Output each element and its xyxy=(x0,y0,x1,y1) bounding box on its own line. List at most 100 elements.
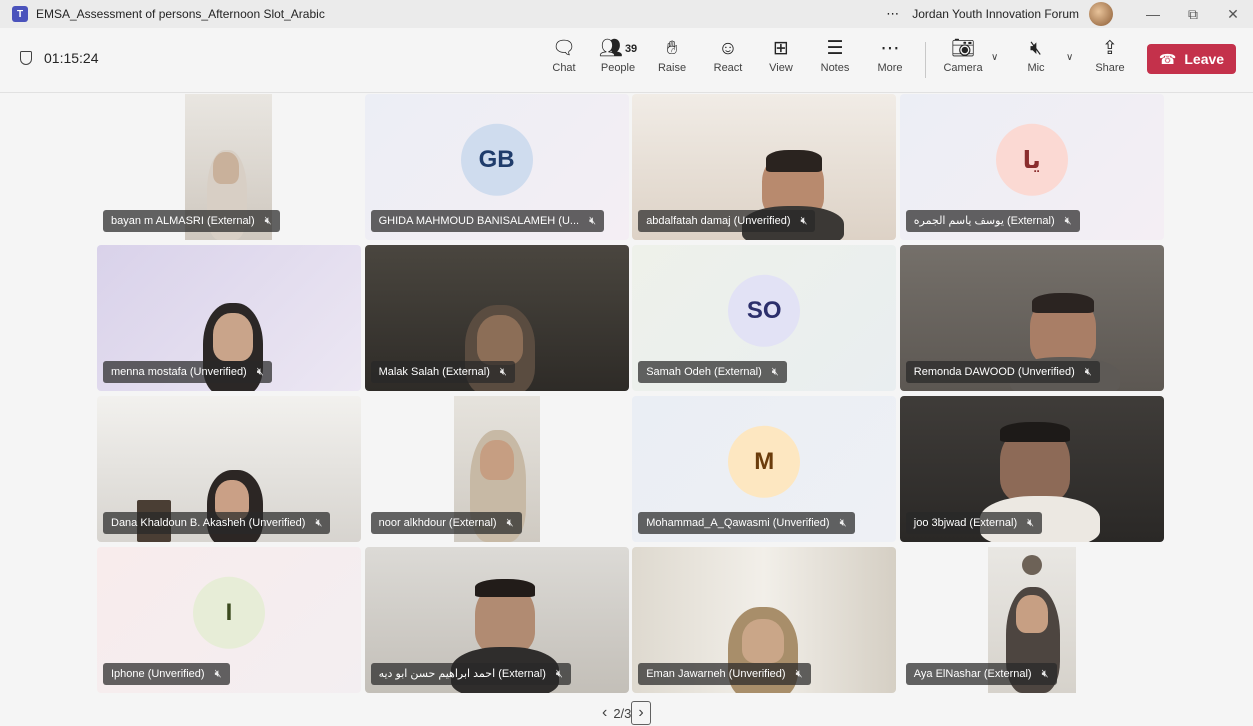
mic-off-icon: 🔇︎ xyxy=(1027,517,1035,529)
shield-icon xyxy=(20,51,32,65)
window-title: EMSA_Assessment of persons_Afternoon Slo… xyxy=(36,7,325,21)
participant-tile[interactable]: Malak Salah (External) 🔇︎ xyxy=(364,245,629,391)
avatar: يا xyxy=(995,123,1068,196)
avatar: SO xyxy=(728,274,801,347)
avatar: M xyxy=(728,425,801,498)
avatar: GB xyxy=(460,123,533,196)
leave-button[interactable]: ☎︎ Leave xyxy=(1147,44,1236,74)
participant-name-tag: menna mostafa (Unverified) 🔇︎ xyxy=(103,361,272,383)
participant-tile[interactable]: bayan m ALMASRI (External) 🔇︎ xyxy=(97,94,361,240)
mic-off-icon: 🔇︎ xyxy=(256,366,264,378)
people-label: People xyxy=(600,62,636,74)
participant-tile[interactable]: abdalfatah damaj (Unverified) 🔇︎ xyxy=(632,94,897,240)
react-button[interactable]: ☺ React xyxy=(704,36,752,74)
participant-tile[interactable]: Remonda DAWOOD (Unverified) 🔇︎ xyxy=(899,245,1164,391)
smiley-icon: ☺ xyxy=(718,38,738,59)
participant-tile[interactable]: M Mohammad_A_Qawasmi (Unverified) 🔇︎ xyxy=(632,396,897,542)
participant-tile[interactable]: Aya ElNashar (External) 🔇︎ xyxy=(900,547,1164,693)
participant-name-tag: bayan m ALMASRI (External) 🔇︎ xyxy=(103,210,280,232)
participant-name-tag: يوسف ياسم الجمره (External) 🔇︎ xyxy=(905,210,1080,232)
people-icon: 👥︎ xyxy=(598,38,623,59)
user-avatar[interactable] xyxy=(1089,2,1113,26)
camera-off-icon: 📷︎ xyxy=(950,38,976,59)
participant-name-tag: Aya ElNashar (External) 🔇︎ xyxy=(905,663,1057,685)
participant-tile[interactable]: احمد ابراهيم حسن ابو ديه (External) 🔇︎ xyxy=(364,547,629,693)
raise-hand-button[interactable]: ✋︎ Raise xyxy=(648,36,696,74)
participant-tile[interactable]: GB GHIDA MAHMOUD BANISALAMEH (U... 🔇︎ xyxy=(364,94,629,240)
participant-name-tag: Eman Jawarneh (Unverified) 🔇︎ xyxy=(638,663,811,685)
participant-tile[interactable]: I Iphone (Unverified) 🔇︎ xyxy=(97,547,361,693)
participant-name-tag: noor alkhdour (External) 🔇︎ xyxy=(370,512,522,534)
share-label: Share xyxy=(1095,62,1125,74)
title-bar: T EMSA_Assessment of persons_Afternoon S… xyxy=(0,0,1253,28)
people-button[interactable]: 👥︎ 39 People xyxy=(592,36,644,74)
view-label: View xyxy=(769,62,793,74)
mic-off-icon: 🔇︎ xyxy=(315,517,323,529)
mic-off-icon: 🔇︎ xyxy=(506,517,514,529)
mic-off-icon: 🔇︎ xyxy=(589,215,597,227)
mic-button[interactable]: 🔇︎ Mic xyxy=(1012,36,1060,74)
ellipsis-icon: ⋯ xyxy=(880,38,900,59)
teams-logo-icon: T xyxy=(12,6,28,22)
participant-tile[interactable]: Dana Khaldoun B. Akasheh (Unverified) 🔇︎ xyxy=(97,396,361,542)
participant-name-tag: Malak Salah (External) 🔇︎ xyxy=(370,361,515,383)
next-page-button[interactable]: › xyxy=(631,701,651,725)
mic-off-icon: 🔇︎ xyxy=(839,517,847,529)
toolbar-divider xyxy=(925,42,926,78)
chat-bubble-icon: 🗨︎ xyxy=(551,38,577,59)
people-count: 39 xyxy=(624,43,638,55)
minimize-button[interactable]: — xyxy=(1133,6,1173,22)
participant-name-tag: Samah Odeh (External) 🔇︎ xyxy=(638,361,787,383)
avatar: I xyxy=(193,576,265,649)
participant-tile[interactable]: Eman Jawarneh (Unverified) 🔇︎ xyxy=(632,547,897,693)
participant-name-tag: Mohammad_A_Qawasmi (Unverified) 🔇︎ xyxy=(638,512,855,534)
mic-off-icon: 🔇︎ xyxy=(1064,215,1072,227)
view-button[interactable]: ⊞ View xyxy=(757,36,805,74)
title-more-button[interactable]: ⋯ xyxy=(886,6,900,22)
participant-name-tag: Iphone (Unverified) 🔇︎ xyxy=(103,663,230,685)
participant-name-tag: GHIDA MAHMOUD BANISALAMEH (U... 🔇︎ xyxy=(370,210,605,232)
participant-tile[interactable]: joo 3bjwad (External) 🔇︎ xyxy=(899,396,1164,542)
share-button[interactable]: ⇪ Share xyxy=(1086,36,1134,74)
participant-tile[interactable]: يا يوسف ياسم الجمره (External) 🔇︎ xyxy=(899,94,1164,240)
mic-off-icon: 🔇︎ xyxy=(214,668,222,680)
meeting-timer: 01:15:24 xyxy=(20,50,99,66)
chat-label: Chat xyxy=(552,62,576,74)
participant-name-tag: Dana Khaldoun B. Akasheh (Unverified) 🔇︎ xyxy=(103,512,331,534)
chat-button[interactable]: 🗨︎ Chat xyxy=(540,36,588,74)
participant-tile[interactable]: SO Samah Odeh (External) 🔇︎ xyxy=(632,245,897,391)
camera-button[interactable]: 📷︎ Camera xyxy=(938,36,988,74)
video-grid: bayan m ALMASRI (External) 🔇︎ GB GHIDA MA… xyxy=(97,94,1166,694)
phone-hangup-icon: ☎︎ xyxy=(1158,50,1177,67)
participant-name-tag: احمد ابراهيم حسن ابو ديه (External) 🔇︎ xyxy=(370,663,571,685)
mic-off-icon: 🔇︎ xyxy=(499,366,507,378)
gallery-pager: ‹ 2/3 › xyxy=(596,700,651,726)
notes-button[interactable]: ☰ Notes xyxy=(811,36,859,74)
camera-options-chevron-icon[interactable]: ∨ xyxy=(991,52,998,63)
mic-off-icon: 🔇︎ xyxy=(1030,38,1042,59)
mic-off-icon: 🔇︎ xyxy=(264,215,272,227)
raise-label: Raise xyxy=(657,62,687,74)
notes-label: Notes xyxy=(820,62,850,74)
leave-label: Leave xyxy=(1184,51,1225,67)
more-label: More xyxy=(877,62,903,74)
previous-page-button[interactable]: ‹ xyxy=(596,704,613,722)
participant-tile[interactable]: menna mostafa (Unverified) 🔇︎ xyxy=(97,245,361,391)
mic-off-icon: 🔇︎ xyxy=(555,668,563,680)
grid-icon: ⊞ xyxy=(773,38,789,59)
mic-off-icon: 🔇︎ xyxy=(1041,668,1049,680)
org-name[interactable]: Jordan Youth Innovation Forum xyxy=(912,7,1079,21)
more-button[interactable]: ⋯ More xyxy=(866,36,914,74)
participant-name-tag: joo 3bjwad (External) 🔇︎ xyxy=(905,512,1043,534)
close-button[interactable]: ✕ xyxy=(1213,6,1253,23)
mic-options-chevron-icon[interactable]: ∨ xyxy=(1066,52,1073,63)
participant-name-tag: abdalfatah damaj (Unverified) 🔇︎ xyxy=(638,210,816,232)
mic-label: Mic xyxy=(1027,62,1045,74)
page-indicator: 2/3 xyxy=(613,705,632,721)
participant-name-tag: Remonda DAWOOD (Unverified) 🔇︎ xyxy=(905,361,1100,383)
restore-button[interactable]: ⧉ xyxy=(1173,6,1213,23)
participant-tile[interactable]: noor alkhdour (External) 🔇︎ xyxy=(365,396,629,542)
timer-text: 01:15:24 xyxy=(44,50,99,66)
mic-off-icon: 🔇︎ xyxy=(800,215,808,227)
share-icon: ⇪ xyxy=(1102,38,1118,59)
